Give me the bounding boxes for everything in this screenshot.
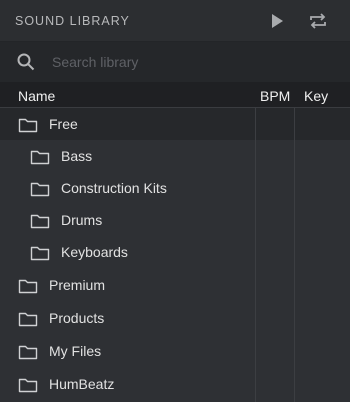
tree-item-label: Premium: [49, 277, 106, 293]
tree-item-products[interactable]: Products: [0, 302, 350, 334]
folder-icon: [30, 150, 50, 165]
tree-item-bass[interactable]: Bass: [0, 140, 350, 172]
tree-item-label: Products: [49, 310, 105, 326]
tree-item-construction-kits[interactable]: Construction Kits: [0, 172, 350, 204]
play-icon: [272, 14, 283, 28]
tree-item-my-files[interactable]: My Files: [0, 335, 350, 367]
search-icon: [17, 53, 35, 71]
column-name[interactable]: Name: [18, 88, 55, 104]
tree-item-keyboards[interactable]: Keyboards: [0, 236, 350, 268]
search-bar: [0, 42, 350, 82]
column-header: Name BPM Key: [0, 82, 350, 108]
tree-item-humbeatz[interactable]: HumBeatz: [0, 368, 350, 400]
column-divider-bpm: [255, 108, 256, 402]
tree-item-label: Keyboards: [61, 244, 128, 260]
column-bpm[interactable]: BPM: [260, 88, 290, 104]
folder-icon: [30, 182, 50, 197]
tree-item-label: Bass: [61, 148, 93, 164]
tree-item-free[interactable]: Free: [0, 108, 350, 140]
library-header: SOUND LIBRARY: [0, 0, 350, 42]
tree-item-label: Construction Kits: [61, 180, 167, 196]
folder-icon: [30, 246, 50, 261]
column-divider-key: [294, 108, 295, 402]
search-input[interactable]: [52, 52, 332, 72]
tree-item-label: My Files: [49, 343, 102, 359]
loop-button[interactable]: [307, 10, 329, 32]
folder-icon: [18, 378, 38, 393]
folder-icon: [30, 214, 50, 229]
tree-item-drums[interactable]: Drums: [0, 204, 350, 236]
folder-icon: [18, 279, 38, 294]
loop-icon: [310, 13, 326, 29]
panel-title: SOUND LIBRARY: [15, 14, 130, 28]
folder-icon: [18, 345, 38, 360]
play-button[interactable]: [266, 10, 288, 32]
column-key[interactable]: Key: [304, 88, 328, 104]
tree-item-label: Drums: [61, 212, 103, 228]
library-tree: Free Bass Construction Kits Drums Keyboa…: [0, 108, 350, 402]
folder-icon: [18, 118, 38, 133]
tree-item-label: Free: [49, 116, 78, 132]
folder-icon: [18, 312, 38, 327]
tree-item-premium[interactable]: Premium: [0, 269, 350, 301]
tree-item-label: HumBeatz: [49, 376, 115, 392]
